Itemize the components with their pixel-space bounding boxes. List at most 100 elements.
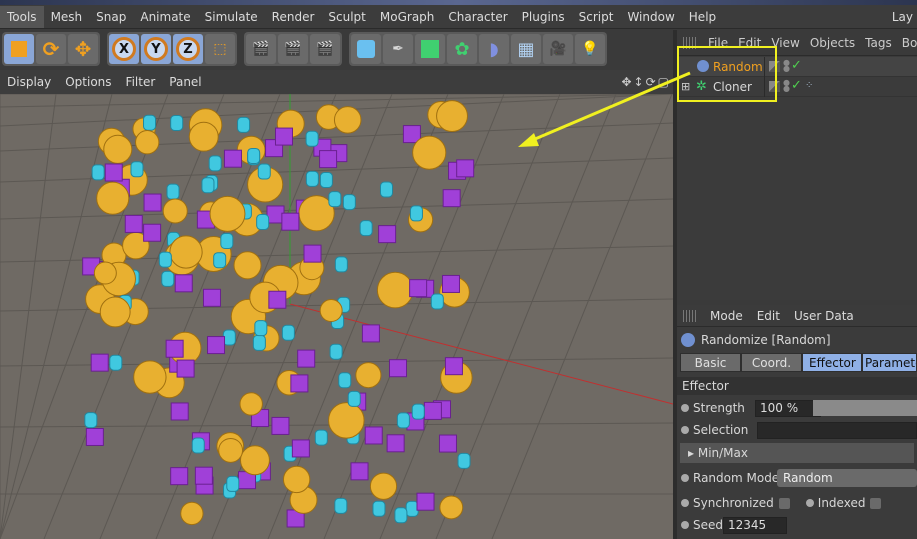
camera-button[interactable]: 🎥 — [543, 34, 573, 64]
spline-pen-icon: ✒ — [392, 41, 404, 57]
tab-effector[interactable]: Effector — [802, 353, 862, 372]
cube-clone — [441, 274, 460, 293]
menu-simulate[interactable]: Simulate — [198, 6, 265, 28]
om-menu-bookmarks[interactable]: Boo — [897, 32, 917, 54]
selection-field[interactable] — [757, 421, 917, 439]
cylinder-clone — [342, 194, 356, 211]
annotation-highlight-box — [677, 46, 777, 102]
animate-dot[interactable] — [681, 521, 689, 529]
rotate-tool-button[interactable]: ⟳ — [36, 34, 66, 64]
cylinder-clone — [226, 475, 240, 492]
menu-character[interactable]: Character — [441, 6, 514, 28]
x-axis-line — [289, 303, 673, 405]
move-tool-button[interactable]: ✥ — [68, 34, 98, 64]
tab-coord[interactable]: Coord. — [741, 353, 802, 372]
object-title: Randomize [Random] — [701, 333, 831, 347]
sphere-clone — [209, 195, 246, 232]
synchronized-checkbox[interactable] — [778, 497, 790, 509]
strength-slider[interactable] — [813, 400, 917, 416]
sphere-clone — [96, 181, 130, 215]
cylinder-clone — [237, 116, 251, 133]
am-menu-mode[interactable]: Mode — [703, 305, 750, 327]
cube-clone — [90, 353, 109, 372]
cylinder-clone — [247, 147, 261, 164]
visibility-dots[interactable]: ● ● — [783, 59, 790, 73]
deformer-button[interactable]: ◗ — [479, 34, 509, 64]
am-menu-user-data[interactable]: User Data — [787, 305, 861, 327]
seed-input[interactable]: 12345 — [723, 516, 787, 534]
menu-snap[interactable]: Snap — [89, 6, 133, 28]
cube-clone — [364, 426, 383, 445]
cube-clone — [416, 492, 435, 511]
indexed-checkbox[interactable] — [870, 497, 882, 509]
animate-dot[interactable] — [681, 404, 689, 412]
mograph-tag-icon[interactable]: ⁘ — [805, 80, 813, 91]
sphere-clone — [169, 235, 203, 269]
attribute-manager: Mode Edit User Data Randomize [Random] B… — [677, 305, 917, 539]
clapper-icon: 🎬 — [284, 41, 302, 57]
selection-label: Selection — [693, 423, 749, 437]
viewport-menu-filter[interactable]: Filter — [119, 71, 163, 93]
render-picture-viewer-button[interactable]: 🎬 — [278, 34, 308, 64]
minmax-group-toggle[interactable]: ▸ Min/Max — [680, 443, 914, 463]
main-menubar: Tools Mesh Snap Animate Simulate Render … — [0, 5, 917, 29]
om-menu-objects[interactable]: Objects — [805, 32, 860, 54]
scale-tool-button[interactable] — [4, 34, 34, 64]
sphere-clone — [412, 135, 447, 170]
viewport-nav-icons[interactable]: ✥↕⟳▢ — [621, 75, 677, 89]
z-axis-button[interactable]: Z — [173, 34, 203, 64]
floor-button[interactable]: ▦ — [511, 34, 541, 64]
menu-mesh[interactable]: Mesh — [44, 6, 90, 28]
cube-button[interactable] — [351, 34, 381, 64]
tab-basic[interactable]: Basic — [680, 353, 741, 372]
render-settings-button[interactable]: 🎬 — [310, 34, 340, 64]
cylinder-clone — [143, 114, 157, 131]
cylinder-clone — [430, 293, 444, 310]
light-button[interactable]: 💡 — [575, 34, 605, 64]
tab-parameter[interactable]: Paramete — [862, 353, 917, 372]
spline-button[interactable]: ✒ — [383, 34, 413, 64]
menu-script[interactable]: Script — [572, 6, 621, 28]
cylinder-clone — [314, 429, 328, 446]
array-button[interactable]: ✿ — [447, 34, 477, 64]
render-view-button[interactable]: 🎬 — [246, 34, 276, 64]
viewport-menu-panel[interactable]: Panel — [162, 71, 208, 93]
x-axis-button[interactable]: X — [109, 34, 139, 64]
enabled-check-icon[interactable]: ✓ — [791, 58, 802, 73]
nurbs-button[interactable] — [415, 34, 445, 64]
menu-sculpt[interactable]: Sculpt — [321, 6, 372, 28]
cube-clone — [388, 359, 407, 378]
menu-plugins[interactable]: Plugins — [515, 6, 572, 28]
visibility-dots[interactable]: ● ● — [783, 79, 790, 93]
panel-grip-icon[interactable] — [683, 309, 697, 322]
y-axis-button[interactable]: Y — [141, 34, 171, 64]
am-menu-edit[interactable]: Edit — [750, 305, 787, 327]
strength-input[interactable]: 100 % — [755, 399, 821, 417]
layout-menu[interactable]: Lay — [885, 6, 917, 28]
viewport-menu-display[interactable]: Display — [0, 71, 58, 93]
cylinder-clone — [220, 233, 234, 250]
coordinate-system-button[interactable]: ⬚ — [205, 34, 235, 64]
cube-clone — [271, 416, 290, 435]
animate-dot[interactable] — [681, 474, 689, 482]
cylinder-clone — [329, 343, 343, 360]
3d-viewport[interactable] — [0, 94, 673, 539]
cube-clone — [207, 336, 226, 355]
animate-dot[interactable] — [681, 499, 689, 507]
om-menu-tags[interactable]: Tags — [860, 32, 897, 54]
viewport-menu-options[interactable]: Options — [58, 71, 118, 93]
random-mode-dropdown[interactable]: Random — [777, 469, 917, 487]
cube-clone — [165, 339, 184, 358]
menu-help[interactable]: Help — [682, 6, 723, 28]
menu-render[interactable]: Render — [265, 6, 322, 28]
menu-animate[interactable]: Animate — [133, 6, 197, 28]
menu-mograph[interactable]: MoGraph — [373, 6, 442, 28]
sphere-clone — [319, 299, 343, 323]
menu-tools[interactable]: Tools — [0, 5, 44, 28]
menu-window[interactable]: Window — [620, 6, 681, 28]
animate-dot[interactable] — [805, 499, 814, 507]
enabled-check-icon[interactable]: ✓ — [791, 78, 802, 93]
sphere-clone — [218, 437, 244, 463]
animate-dot[interactable] — [681, 426, 689, 434]
cube-clone — [124, 214, 143, 233]
